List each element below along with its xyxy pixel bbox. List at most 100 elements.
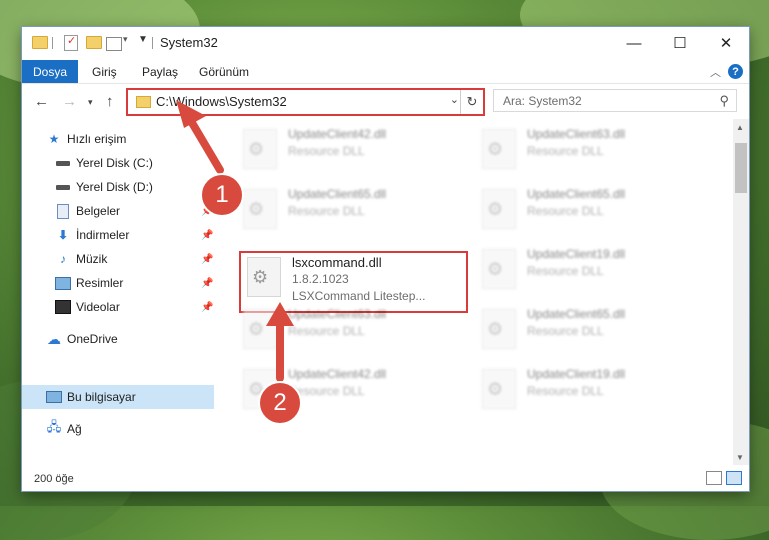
address-bar[interactable]: C:\Windows\System32 ⌄ ↻	[126, 88, 485, 116]
maximize-button[interactable]: ☐	[657, 27, 703, 59]
navigation-bar: ← → ▾ ↑ C:\Windows\System32 ⌄ ↻ Ara: Sys…	[22, 83, 749, 120]
close-button[interactable]: ✕	[703, 27, 749, 59]
expand-ribbon-icon[interactable]: ︿	[710, 64, 721, 80]
callout-badge-2: 2	[258, 381, 302, 425]
file-item[interactable]: ⚙ UpdateClient65.dll Resource DLL	[477, 187, 707, 237]
sidebar-item-label: Resimler	[76, 276, 124, 290]
pin-icon[interactable]: 📌	[201, 254, 213, 265]
help-icon[interactable]: ?	[728, 64, 743, 79]
tab-home[interactable]: Giriş	[92, 65, 117, 79]
details-view-icon[interactable]	[706, 471, 722, 485]
file-type: Resource DLL	[527, 324, 604, 338]
file-item[interactable]: ⚙ UpdateClient63.dll Resource DLL	[477, 127, 707, 177]
cloud-icon: ☁	[47, 330, 61, 347]
explorer-window: ✓ ▾ ▼ System32 — ☐ ✕ Dosya Giriş Paylaş …	[22, 27, 749, 491]
gear-icon: ⚙	[487, 259, 504, 279]
file-type: Resource DLL	[288, 324, 365, 338]
folder-icon	[136, 96, 151, 108]
up-button[interactable]: ↑	[106, 93, 114, 110]
sidebar-item-documents[interactable]: Belgeler 📌	[22, 199, 214, 223]
sidebar-item-pictures[interactable]: Resimler 📌	[22, 271, 214, 295]
pin-icon[interactable]: 📌	[201, 278, 213, 289]
view-options-icon[interactable]	[106, 37, 122, 51]
divider	[152, 37, 153, 49]
file-item[interactable]: ⚙ UpdateClient65.dll Resource DLL	[477, 307, 707, 357]
file-name: UpdateClient65.dll	[527, 187, 626, 201]
sidebar-item-network[interactable]: 🖧 Ağ	[22, 417, 214, 441]
search-input[interactable]: Ara: System32 ⚲	[493, 89, 737, 112]
status-bar: 200 öğe	[22, 465, 749, 491]
sidebar-item-videos[interactable]: Videolar 📌	[22, 295, 214, 319]
tab-file[interactable]: Dosya	[22, 60, 78, 83]
sidebar-item-label: Bu bilgisayar	[67, 390, 136, 404]
sidebar-item-this-pc[interactable]: Bu bilgisayar	[22, 385, 214, 409]
sidebar-item-music[interactable]: ♪ Müzik 📌	[22, 247, 214, 271]
sidebar-item-label: Hızlı erişim	[67, 132, 127, 146]
folder-icon	[32, 36, 48, 49]
pictures-icon	[55, 276, 71, 290]
quick-access-dropdown-icon[interactable]: ▾	[123, 34, 128, 50]
customize-toolbar-icon[interactable]: ▼	[138, 34, 148, 50]
back-button[interactable]: ←	[34, 93, 49, 110]
sidebar-item-downloads[interactable]: ⬇ İndirmeler 📌	[22, 223, 214, 247]
file-item[interactable]: ⚙ UpdateClient19.dll Resource DLL	[477, 247, 707, 297]
pin-icon[interactable]: 📌	[201, 302, 213, 313]
sidebar-item-onedrive[interactable]: ☁ OneDrive	[22, 327, 214, 351]
file-name: UpdateClient65.dll	[288, 187, 387, 201]
file-name: UpdateClient42.dll	[288, 127, 387, 141]
sidebar-item-label: İndirmeler	[76, 228, 130, 242]
address-dropdown-icon[interactable]: ⌄	[450, 93, 459, 106]
tab-view[interactable]: Görünüm	[199, 65, 249, 79]
title-bar: ✓ ▾ ▼ System32 — ☐ ✕	[22, 27, 749, 59]
sidebar-item-local-disk-d[interactable]: Yerel Disk (D:)	[22, 175, 214, 199]
scroll-down-icon[interactable]: ▼	[736, 453, 744, 462]
sidebar-item-quick-access[interactable]: ★ Hızlı erişim	[22, 127, 214, 151]
file-type: Resource DLL	[527, 384, 604, 398]
refresh-button[interactable]: ↻	[460, 90, 483, 114]
file-type: Resource DLL	[527, 264, 604, 278]
ribbon: Dosya Giriş Paylaş Görünüm ︿ ?	[22, 59, 749, 83]
sidebar-item-label: Ağ	[67, 422, 82, 436]
network-icon: 🖧	[46, 419, 62, 434]
gear-icon: ⚙	[248, 319, 265, 339]
new-folder-icon[interactable]	[86, 36, 102, 49]
file-item[interactable]: ⚙ UpdateClient42.dll Resource DLL	[238, 127, 468, 177]
properties-icon[interactable]: ✓	[64, 35, 78, 51]
tiles-view-icon[interactable]	[726, 471, 742, 485]
search-placeholder: Ara: System32	[503, 94, 582, 108]
file-description: LSXCommand Litestep...	[292, 289, 426, 303]
vertical-scrollbar[interactable]: ▲ ▼	[733, 119, 749, 465]
sidebar-item-local-disk-c[interactable]: Yerel Disk (C:)	[22, 151, 214, 175]
address-text[interactable]: C:\Windows\System32	[156, 94, 287, 109]
gear-icon: ⚙	[248, 199, 265, 219]
file-item[interactable]: ⚙ UpdateClient63.dll Resource DLL	[238, 307, 468, 357]
forward-button[interactable]: →	[62, 93, 77, 110]
file-type: Resource DLL	[527, 204, 604, 218]
file-type: Resource DLL	[288, 204, 365, 218]
videos-icon	[55, 300, 71, 314]
navigation-pane: ★ Hızlı erişim Yerel Disk (C:) Yerel Dis…	[22, 119, 214, 465]
item-count: 200 öğe	[34, 473, 74, 485]
pin-icon[interactable]: 📌	[201, 230, 213, 241]
divider	[52, 37, 53, 49]
recent-locations-icon[interactable]: ▾	[88, 97, 93, 108]
minimize-button[interactable]: —	[611, 27, 657, 59]
sidebar-item-label: Yerel Disk (D:)	[76, 180, 153, 194]
sidebar-item-label: OneDrive	[67, 332, 118, 346]
download-icon: ⬇	[57, 228, 69, 242]
window-title: System32	[160, 35, 218, 50]
file-item[interactable]: ⚙ UpdateClient19.dll Resource DLL	[477, 367, 707, 417]
scroll-up-icon[interactable]: ▲	[736, 123, 744, 132]
scrollbar-thumb[interactable]	[735, 143, 747, 193]
file-name: UpdateClient19.dll	[527, 367, 626, 381]
tab-share[interactable]: Paylaş	[142, 65, 178, 79]
file-item-lsxcommand[interactable]: ⚙ lsxcommand.dll 1.8.2.1023 LSXCommand L…	[242, 255, 472, 305]
music-icon: ♪	[60, 252, 66, 266]
gear-icon: ⚙	[487, 319, 504, 339]
file-name: UpdateClient65.dll	[527, 307, 626, 321]
gear-icon: ⚙	[487, 199, 504, 219]
file-item[interactable]: ⚙ UpdateClient65.dll Resource DLL	[238, 187, 468, 237]
sidebar-item-label: Yerel Disk (C:)	[76, 156, 153, 170]
gear-icon: ⚙	[487, 139, 504, 159]
file-name: lsxcommand.dll	[292, 255, 382, 270]
